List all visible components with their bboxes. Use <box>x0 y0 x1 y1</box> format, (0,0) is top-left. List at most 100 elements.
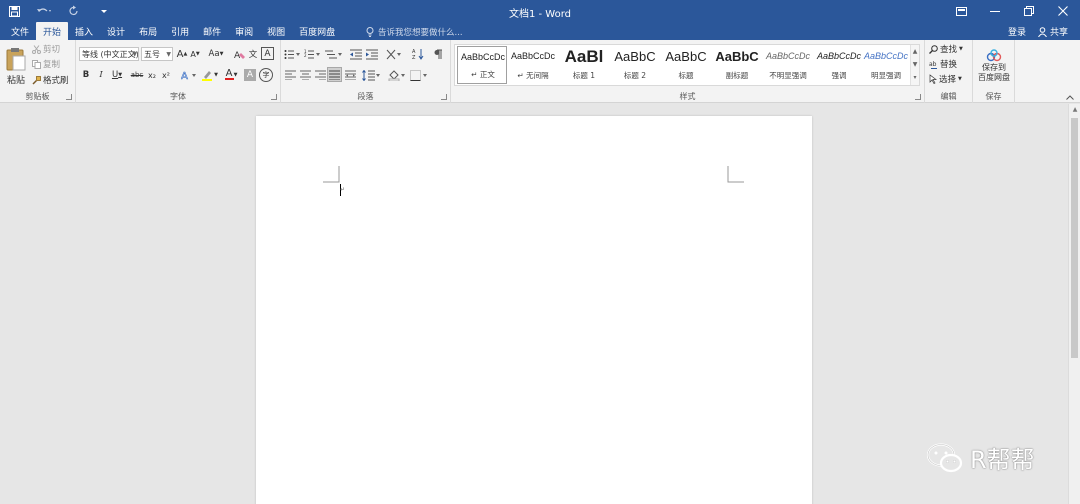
shrink-font-button[interactable]: A ▼ <box>189 48 201 60</box>
signin-link[interactable]: 登录 <box>1008 25 1026 38</box>
dialog-launcher-icon[interactable] <box>441 94 447 100</box>
style-name: 强调 <box>831 71 847 80</box>
redo-icon[interactable] <box>66 3 82 19</box>
style-preview: AaBl <box>564 47 604 66</box>
ribbon-display-icon[interactable] <box>944 0 978 22</box>
quick-access-toolbar <box>6 3 112 19</box>
distributed-icon[interactable] <box>343 68 357 82</box>
collapse-ribbon-icon[interactable] <box>1064 92 1076 102</box>
style-name: 标题 1 <box>572 71 596 80</box>
tab-design[interactable]: 设计 <box>100 22 132 40</box>
change-case-button[interactable]: Aa ▼ <box>207 48 225 60</box>
paste-button[interactable]: 粘贴 <box>3 43 29 89</box>
style-no-spacing[interactable]: AaBbCcDc ↵ 无间隔 <box>508 46 558 84</box>
svg-text:ab: ab <box>929 61 937 68</box>
style-subtle-emphasis[interactable]: AaBbCcDc 不明显强调 <box>763 46 813 84</box>
save-icon[interactable] <box>6 3 22 19</box>
sort-icon[interactable]: AZ <box>411 47 425 61</box>
strikethrough-button[interactable]: abc <box>129 69 145 81</box>
style-title[interactable]: AaBbC 标题 <box>661 46 711 84</box>
select-button[interactable]: 选择 ▼ <box>929 73 962 85</box>
tab-home[interactable]: 开始 <box>36 22 69 40</box>
align-left-icon[interactable] <box>283 68 297 82</box>
line-spacing-icon[interactable] <box>361 68 381 82</box>
chevron-down-icon[interactable]: ▼ <box>911 58 919 71</box>
align-center-icon[interactable] <box>298 68 312 82</box>
dialog-launcher-icon[interactable] <box>271 94 277 100</box>
share-button[interactable]: 共享 <box>1038 25 1068 38</box>
style-intense-emphasis[interactable]: AaBbCcDc 明显强调 <box>861 46 911 84</box>
decrease-indent-icon[interactable] <box>349 47 363 61</box>
show-marks-icon[interactable] <box>431 47 445 61</box>
copy-button[interactable]: 复制 <box>32 58 60 70</box>
style-heading-1[interactable]: AaBl 标题 1 <box>559 46 609 84</box>
style-subtitle[interactable]: AaBbC 副标题 <box>712 46 762 84</box>
tab-references[interactable]: 引用 <box>164 22 196 40</box>
font-color-button[interactable]: A ▼ <box>222 69 240 81</box>
bold-button[interactable]: B <box>80 69 92 81</box>
replace-button[interactable]: ab 替换 <box>929 58 957 70</box>
clipboard-group-label: 剪贴板 <box>25 92 50 101</box>
save-to-baidu-button[interactable]: 保存到 百度网盘 <box>974 44 1014 88</box>
tab-mailings[interactable]: 邮件 <box>196 22 228 40</box>
font-size-combo[interactable]: 五号 ▼ <box>141 47 173 61</box>
justify-icon[interactable] <box>327 67 342 82</box>
pinyin-guide-button[interactable]: 文 <box>247 48 259 60</box>
dialog-launcher-icon[interactable] <box>915 94 921 100</box>
ribbon-tabs: 文件 开始 插入 设计 布局 引用 邮件 审阅 视图 百度网盘 <box>4 22 342 40</box>
enclose-characters-button[interactable]: 字 <box>259 68 273 82</box>
bullets-icon[interactable] <box>283 47 301 61</box>
font-name-combo[interactable]: 等线 (中文正文) ▼ <box>79 47 139 61</box>
title-bar: 文档1 - Word <box>0 0 1080 22</box>
scrollbar-thumb[interactable] <box>1071 118 1078 358</box>
grow-font-button[interactable]: A ▲ <box>176 48 188 60</box>
multilevel-list-icon[interactable] <box>323 47 343 61</box>
character-border-button[interactable]: A <box>261 47 274 60</box>
italic-button[interactable]: I <box>95 69 107 81</box>
customize-qat-icon[interactable] <box>96 3 112 19</box>
italic-label: I <box>99 70 103 80</box>
restore-icon[interactable] <box>1012 0 1046 22</box>
clear-formatting-icon[interactable]: A <box>233 48 245 60</box>
superscript-button[interactable]: x² <box>160 69 172 81</box>
style-normal[interactable]: AaBbCcDc ↵ 正文 <box>457 46 507 84</box>
document-page[interactable]: ↵ <box>256 116 812 504</box>
vertical-scrollbar[interactable]: ▲ <box>1068 104 1080 504</box>
tell-me-box[interactable]: 告诉我您想要做什么... <box>366 26 463 38</box>
tab-review[interactable]: 审阅 <box>228 22 260 40</box>
highlight-color-button[interactable]: ▼ <box>200 69 220 81</box>
cursor-arrow-icon <box>929 74 937 84</box>
subscript-button[interactable]: x₂ <box>146 69 158 81</box>
cut-button[interactable]: 剪切 <box>32 43 60 55</box>
svg-text:2: 2 <box>304 53 307 58</box>
text-effects-icon[interactable]: A <box>180 69 198 81</box>
dialog-launcher-icon[interactable] <box>66 94 72 100</box>
close-icon[interactable] <box>1046 0 1080 22</box>
style-heading-2[interactable]: AaBbC 标题 2 <box>610 46 660 84</box>
borders-icon[interactable] <box>409 68 429 82</box>
wechat-icon <box>926 442 964 473</box>
underline-button[interactable]: U ▼ <box>109 69 125 81</box>
increase-indent-icon[interactable] <box>365 47 379 61</box>
scroll-up-icon[interactable]: ▲ <box>1069 106 1080 113</box>
align-right-icon[interactable] <box>313 68 327 82</box>
tab-view[interactable]: 视图 <box>260 22 292 40</box>
find-button[interactable]: 查找 ▼ <box>929 43 963 55</box>
style-preview: AaBbCcDc <box>765 51 810 61</box>
more-styles-icon[interactable]: ▾ <box>911 71 919 84</box>
undo-icon[interactable] <box>36 3 52 19</box>
minimize-icon[interactable] <box>978 0 1012 22</box>
tab-insert[interactable]: 插入 <box>68 22 100 40</box>
character-shading-button[interactable]: A <box>244 69 256 81</box>
tab-file[interactable]: 文件 <box>4 22 36 40</box>
chevron-up-icon[interactable]: ▲ <box>911 45 919 58</box>
tab-layout[interactable]: 布局 <box>132 22 164 40</box>
style-emphasis[interactable]: AaBbCcDc 强调 <box>814 46 864 84</box>
editing-group: 查找 ▼ ab 替换 选择 ▼ 编辑 <box>925 40 973 103</box>
tab-baidu-netdisk[interactable]: 百度网盘 <box>292 22 342 40</box>
shading-bucket-icon[interactable] <box>387 68 407 82</box>
numbering-icon[interactable]: 12 <box>303 47 321 61</box>
format-painter-button[interactable]: 格式刷 <box>32 74 69 86</box>
gallery-scroll[interactable]: ▲ ▼ ▾ <box>910 45 919 85</box>
asian-layout-icon[interactable] <box>385 47 403 61</box>
